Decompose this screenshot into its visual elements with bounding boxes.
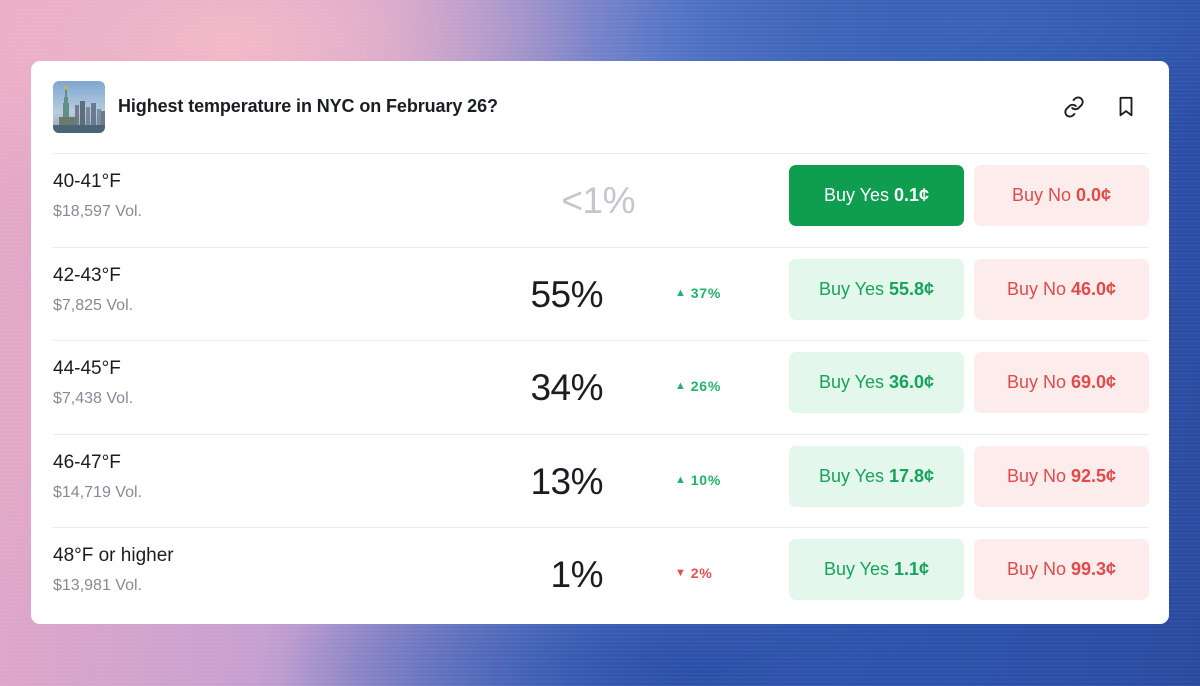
outcome-probability-cell: 55% ▲ 37% (530, 248, 743, 341)
change-value: 2% (690, 565, 713, 581)
triangle-up-icon: ▲ (675, 286, 687, 299)
statue-of-liberty-thumbnail[interactable] (53, 81, 105, 133)
buy-no-button[interactable]: Buy No 46.0¢ (974, 258, 1149, 320)
outcome-row[interactable]: 40-41°F $18,597 Vol. <1% Buy Yes 0.1¢ Bu… (53, 153, 1149, 247)
outcome-volume: $7,825 Vol. (53, 296, 134, 314)
buy-yes-button[interactable]: Buy Yes 0.1¢ (789, 165, 964, 226)
outcome-probability-cell: 34% ▲ 26% (530, 341, 743, 434)
triangle-down-icon: ▼ (675, 567, 687, 579)
buy-yes-label: Buy Yes (818, 465, 884, 486)
outcome-range: 46-47°F (53, 451, 121, 473)
outcome-volume: $18,597 Vol. (53, 203, 142, 220)
change-indicator: ▲ 26% (675, 378, 721, 394)
buy-yes-price: 55.8¢ (889, 278, 935, 299)
buy-no-label: Buy No (1006, 372, 1066, 392)
buy-no-button[interactable]: Buy No 92.5¢ (974, 445, 1149, 507)
buy-no-price: 92.5¢ (1070, 465, 1117, 486)
outcome-range: 44-45°F (53, 358, 121, 379)
outcome-row[interactable]: 48°F or higher $13,981 Vol. 1% ▼ 2% Buy … (53, 527, 1149, 621)
buy-no-price: 69.0¢ (1070, 372, 1117, 392)
outcome-probability-cell: 13% ▲ 10% (530, 435, 743, 528)
buy-no-button[interactable]: Buy No 0.0¢ (974, 165, 1149, 226)
buy-no-button[interactable]: Buy No 69.0¢ (974, 352, 1149, 413)
buy-yes-price: 0.1¢ (894, 185, 930, 205)
outcome-probability: <1% (561, 180, 635, 221)
buy-yes-label: Buy Yes (818, 278, 884, 299)
change-value: 26% (690, 378, 722, 394)
buy-yes-button[interactable]: Buy Yes 1.1¢ (789, 539, 964, 600)
buy-no-button[interactable]: Buy No 99.3¢ (974, 539, 1149, 600)
buy-yes-button[interactable]: Buy Yes 17.8¢ (789, 445, 964, 507)
buy-no-price: 0.0¢ (1075, 185, 1112, 205)
buy-yes-button[interactable]: Buy Yes 36.0¢ (789, 352, 964, 413)
triangle-up-icon: ▲ (675, 380, 687, 392)
outcome-probability-cell: <1% (543, 154, 743, 247)
change-indicator: ▲ 37% (675, 285, 721, 301)
buy-yes-label: Buy Yes (823, 185, 889, 205)
buy-no-price: 99.3¢ (1070, 559, 1117, 579)
outcome-row[interactable]: 44-45°F $7,438 Vol. 34% ▲ 26% Buy Yes 36… (53, 340, 1149, 434)
market-card: Highest temperature in NYC on February 2… (31, 61, 1169, 624)
buy-no-label: Buy No (1011, 185, 1071, 205)
change-value: 37% (690, 284, 722, 301)
triangle-up-icon: ▲ (675, 473, 687, 486)
outcome-volume: $7,438 Vol. (53, 390, 134, 407)
outcome-probability: 55% (530, 273, 603, 315)
outcome-range: 40-41°F (53, 171, 121, 192)
outcome-range: 42-43°F (53, 264, 121, 286)
change-value: 10% (690, 471, 722, 488)
buy-yes-price: 1.1¢ (894, 559, 930, 579)
outcome-volume: $13,981 Vol. (53, 577, 142, 594)
outcome-volume: $14,719 Vol. (53, 483, 142, 501)
change-indicator: ▼ 2% (675, 565, 713, 581)
buy-no-price: 46.0¢ (1070, 278, 1117, 299)
buy-no-label: Buy No (1006, 278, 1066, 299)
market-title: Highest temperature in NYC on February 2… (118, 96, 498, 116)
outcome-probability: 1% (550, 554, 604, 595)
buy-yes-price: 17.8¢ (889, 465, 935, 486)
outcome-probability: 13% (530, 460, 603, 502)
buy-yes-price: 36.0¢ (889, 372, 935, 392)
link-icon[interactable] (1061, 94, 1087, 120)
buy-no-label: Buy No (1006, 559, 1066, 579)
outcome-probability: 34% (530, 367, 603, 408)
buy-no-label: Buy No (1006, 465, 1066, 486)
bookmark-icon[interactable] (1113, 94, 1139, 120)
outcome-list: 40-41°F $18,597 Vol. <1% Buy Yes 0.1¢ Bu… (53, 153, 1149, 621)
buy-yes-label: Buy Yes (818, 372, 884, 392)
outcome-range: 48°F or higher (53, 545, 174, 566)
buy-yes-button[interactable]: Buy Yes 55.8¢ (789, 258, 964, 320)
outcome-probability-cell: 1% ▼ 2% (543, 528, 743, 621)
outcome-row[interactable]: 46-47°F $14,719 Vol. 13% ▲ 10% Buy Yes 1… (53, 433, 1149, 528)
outcome-row[interactable]: 42-43°F $7,825 Vol. 55% ▲ 37% Buy Yes 55… (53, 246, 1149, 341)
market-header: Highest temperature in NYC on February 2… (31, 61, 1169, 153)
change-indicator: ▲ 10% (675, 472, 721, 488)
buy-yes-label: Buy Yes (823, 559, 889, 579)
